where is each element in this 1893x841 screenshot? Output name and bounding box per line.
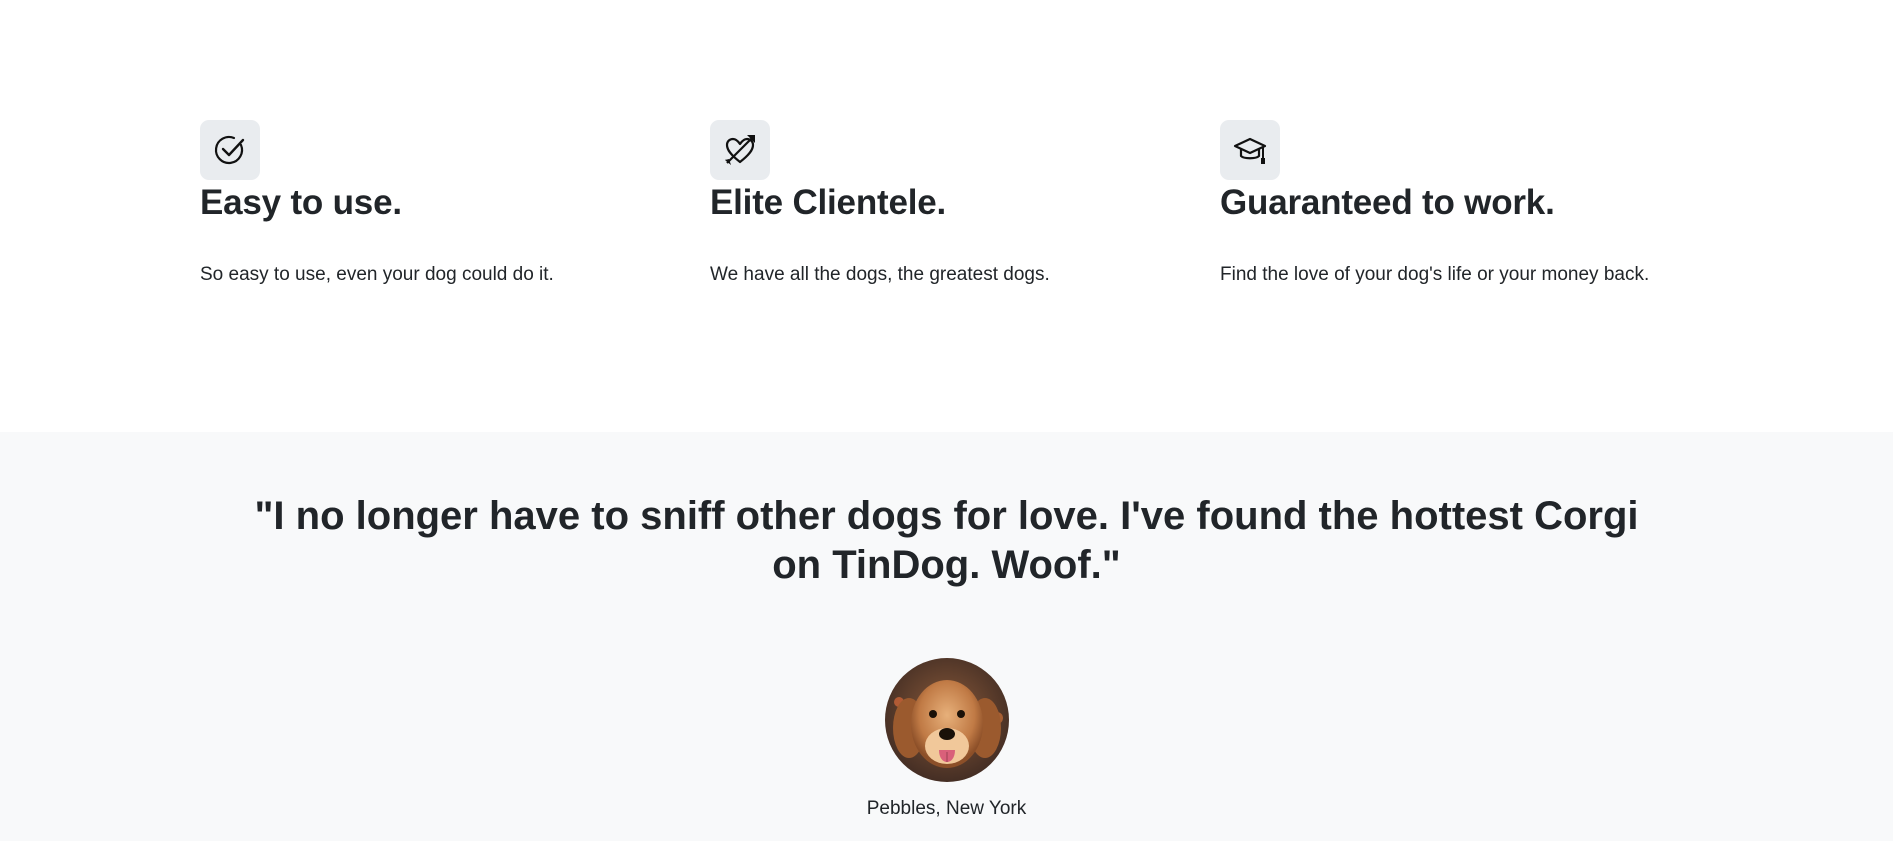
feature-description: We have all the dogs, the greatest dogs. [710,264,1050,285]
graduation-cap-icon [1220,120,1280,180]
feature-title: Guaranteed to work. [1220,183,1555,222]
features-section: Easy to use. So easy to use, even your d… [0,0,1893,432]
heart-arrow-icon [710,120,770,180]
feature-description: Find the love of your dog's life or your… [1220,264,1650,285]
feature-title: Elite Clientele. [710,183,947,222]
avatar [884,658,1009,782]
testimonial-attribution: Pebbles, New York [866,798,1027,819]
feature-title: Easy to use. [200,183,402,222]
feature-guaranteed: Guaranteed to work. Find the love of you… [1220,120,1700,287]
feature-description: So easy to use, even your dog could do i… [200,264,554,285]
feature-easy-to-use: Easy to use. So easy to use, even your d… [200,120,680,287]
check-circle-icon [200,120,260,180]
feature-elite-clientele: Elite Clientele. We have all the dogs, t… [710,120,1190,287]
testimonial-section: "I no longer have to sniff other dogs fo… [0,432,1893,841]
testimonial-quote: "I no longer have to sniff other dogs fo… [254,494,1639,587]
